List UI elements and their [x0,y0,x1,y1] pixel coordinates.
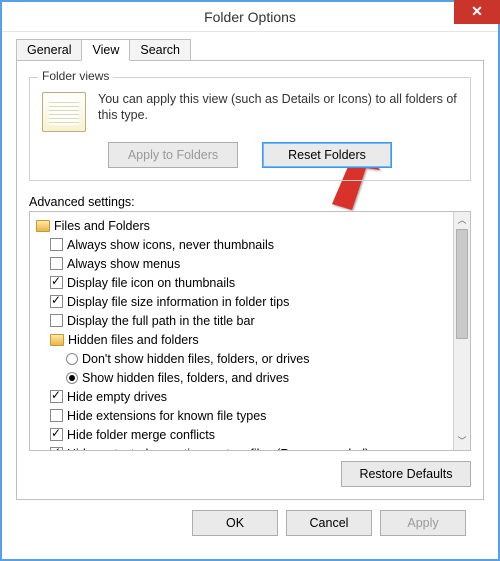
tree-radio-item[interactable]: Show hidden files, folders, and drives [36,368,453,387]
radio-icon[interactable] [66,353,78,365]
folder-views-icon [42,92,86,132]
checkbox-icon[interactable] [50,390,63,403]
tree-item[interactable]: Display file icon on thumbnails [36,273,453,292]
restore-row: Restore Defaults [29,461,471,487]
folder-icon [36,220,50,232]
folder-views-group: Folder views You can apply this view (su… [29,77,471,181]
tree-group: Hidden files and folders [36,330,453,349]
tree-root-label: Files and Folders [54,219,150,233]
checkbox-icon[interactable] [50,428,63,441]
tree-item-label: Display the full path in the title bar [67,314,255,328]
scrollbar[interactable]: ︿ ﹀ [453,212,470,450]
scroll-track[interactable] [454,339,470,433]
folder-views-buttons: Apply to Folders Reset Folders [42,142,458,168]
checkbox-icon[interactable] [50,276,63,289]
titlebar: Folder Options ✕ [2,2,498,32]
apply-button[interactable]: Apply [380,510,466,536]
tree-item-label: Always show menus [67,257,180,271]
checkbox-icon[interactable] [50,295,63,308]
tab-view[interactable]: View [81,39,130,61]
checkbox-icon[interactable] [50,409,63,422]
tree-item[interactable]: Hide protected operating system files (R… [36,444,453,450]
tree-item[interactable]: Display file size information in folder … [36,292,453,311]
checkbox-icon[interactable] [50,238,63,251]
scroll-thumb[interactable] [456,229,468,339]
tree-item-label: Hide folder merge conflicts [67,428,215,442]
restore-defaults-button[interactable]: Restore Defaults [341,461,471,487]
tree-item-label: Always show icons, never thumbnails [67,238,274,252]
folder-views-description: You can apply this view (such as Details… [98,92,458,132]
tree-item-label: Hide empty drives [67,390,167,404]
advanced-settings-box: Files and Folders Always show icons, nev… [29,211,471,451]
tree-item[interactable]: Hide empty drives [36,387,453,406]
tree-item[interactable]: Always show menus [36,254,453,273]
tree-item[interactable]: Display the full path in the title bar [36,311,453,330]
tree-item-label: Display file icon on thumbnails [67,276,235,290]
advanced-tree[interactable]: Files and Folders Always show icons, nev… [30,212,453,450]
tab-general[interactable]: General [16,39,82,61]
checkbox-icon[interactable] [50,447,63,450]
close-button[interactable]: ✕ [454,0,500,24]
folder-icon [50,334,64,346]
folder-views-row: You can apply this view (such as Details… [42,92,458,132]
tab-strip: General View Search [16,39,484,61]
advanced-settings-label: Advanced settings: [29,195,471,209]
radio-icon[interactable] [66,372,78,384]
checkbox-icon[interactable] [50,257,63,270]
folder-views-label: Folder views [38,69,113,83]
apply-to-folders-button[interactable]: Apply to Folders [108,142,238,168]
tree-radio-item[interactable]: Don't show hidden files, folders, or dri… [36,349,453,368]
tree-root: Files and Folders [36,216,453,235]
reset-folders-button[interactable]: Reset Folders [262,142,392,168]
tree-item-label: Show hidden files, folders, and drives [82,371,289,385]
tree-item-label: Display file size information in folder … [67,295,289,309]
tree-item[interactable]: Hide folder merge conflicts [36,425,453,444]
scroll-up-arrow[interactable]: ︿ [454,212,470,229]
cancel-button[interactable]: Cancel [286,510,372,536]
tab-panel-view: Folder views You can apply this view (su… [16,60,484,500]
tab-search[interactable]: Search [129,39,191,61]
window-title: Folder Options [2,2,498,32]
tree-item-label: Don't show hidden files, folders, or dri… [82,352,310,366]
tree-item-label: Hide extensions for known file types [67,409,266,423]
tree-item[interactable]: Hide extensions for known file types [36,406,453,425]
tree-item[interactable]: Always show icons, never thumbnails [36,235,453,254]
scroll-down-arrow[interactable]: ﹀ [454,433,470,450]
tree-item-label: Hide protected operating system files (R… [67,447,369,451]
folder-options-window: Folder Options ✕ General View Search Fol… [0,0,500,561]
content-area: General View Search Folder views You can… [2,32,498,546]
tree-group-label: Hidden files and folders [68,333,199,347]
checkbox-icon[interactable] [50,314,63,327]
ok-button[interactable]: OK [192,510,278,536]
dialog-footer: OK Cancel Apply [16,500,484,536]
